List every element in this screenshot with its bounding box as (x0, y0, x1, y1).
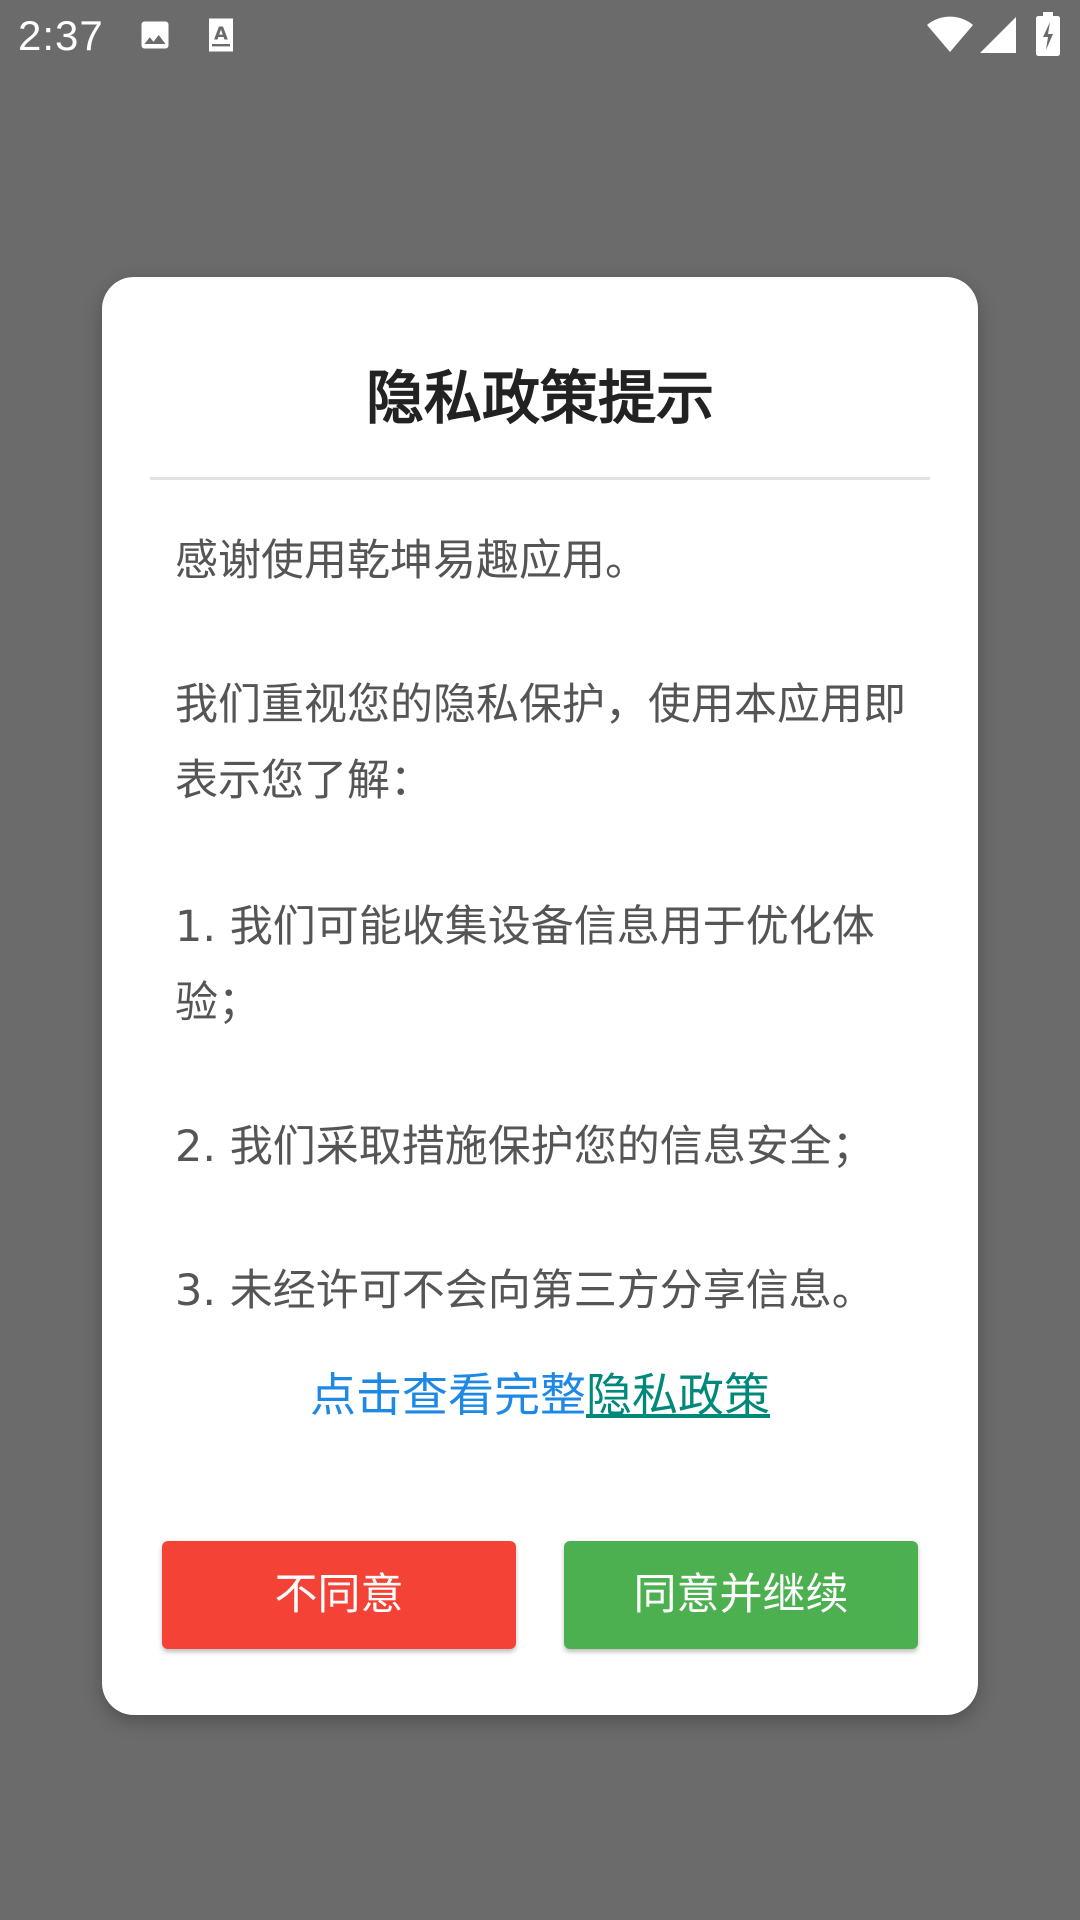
paragraph-item-1: 1. 我们可能收集设备信息用于优化体验； (175, 902, 875, 1028)
privacy-policy-link[interactable]: 隐私政策 (586, 1368, 770, 1422)
agree-continue-button[interactable]: 同意并继续 (564, 1541, 918, 1649)
paragraph-item-2: 2. 我们采取措施保护您的信息安全； (175, 1122, 875, 1172)
dialog-title: 隐私政策提示 (365, 364, 714, 432)
status-time: 2:37 (18, 12, 104, 59)
text-icon: A (205, 17, 237, 57)
privacy-link-lead: 点击查看完整 (310, 1368, 586, 1422)
svg-text:A: A (214, 24, 228, 45)
battery-charging-icon (1036, 12, 1060, 60)
image-icon (137, 17, 173, 57)
signal-icon (980, 16, 1016, 58)
title-divider (150, 477, 930, 480)
status-bar: 2:37 A (0, 0, 1080, 72)
privacy-link-line: 点击查看完整隐私政策 (102, 1365, 978, 1425)
paragraph-intro: 我们重视您的隐私保护，使用本应用即表示您了解： (175, 680, 906, 806)
paragraph-item-3: 3. 未经许可不会向第三方分享信息。 (175, 1266, 875, 1316)
wifi-icon (926, 14, 974, 58)
disagree-button[interactable]: 不同意 (162, 1541, 516, 1649)
paragraph-thanks: 感谢使用乾坤易趣应用。 (175, 536, 648, 586)
privacy-dialog: 隐私政策提示 感谢使用乾坤易趣应用。 我们重视您的隐私保护，使用本应用即表示您了… (102, 277, 978, 1715)
screen: 2:37 A 隐私政策提示 感谢使用乾坤易趣应用。 我们重视您的隐私保护，使用本… (0, 0, 1080, 1920)
